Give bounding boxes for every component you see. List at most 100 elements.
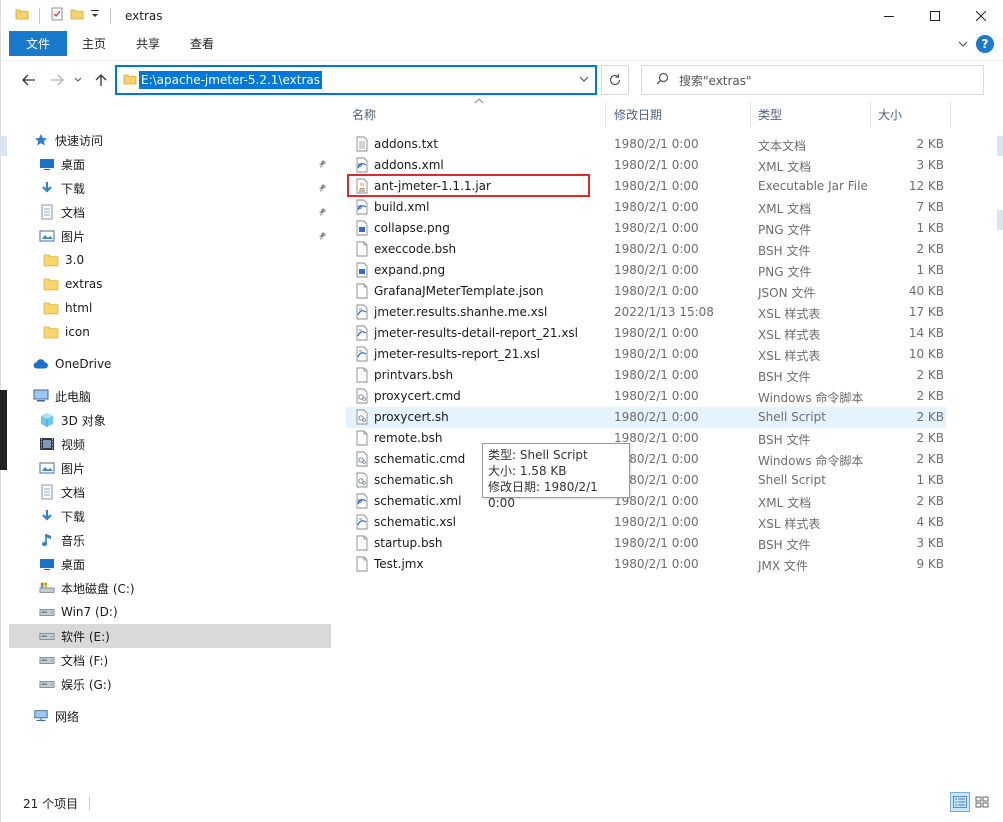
file-row[interactable]: startup.bsh 1980/2/1 0:00 BSH 文件 3 KB: [346, 533, 946, 554]
file-row[interactable]: Test.jmx 1980/2/1 0:00 JMX 文件 9 KB: [346, 554, 946, 575]
nav-item[interactable]: 3.0: [9, 248, 331, 272]
help-icon[interactable]: ?: [976, 35, 994, 53]
nav-item[interactable]: Win7 (D:): [9, 600, 331, 624]
document-icon: [39, 484, 55, 500]
refresh-button[interactable]: [601, 65, 629, 95]
column-divider[interactable]: [605, 102, 606, 128]
nav-item[interactable]: 娱乐 (G:): [9, 672, 331, 696]
nav-item[interactable]: 文档 (F:): [9, 648, 331, 672]
minimize-button[interactable]: [866, 0, 912, 31]
file-name: printvars.bsh: [374, 368, 454, 382]
file-row[interactable]: schematic.xml 1980/2/1 0:00 XML 文档 2 KB: [346, 491, 946, 512]
column-header-date[interactable]: 修改日期: [614, 100, 750, 128]
file-row[interactable]: jmeter-results-detail-report_21.xsl 1980/…: [346, 323, 946, 344]
tab-file[interactable]: 文件: [9, 31, 67, 56]
file-row[interactable]: remote.bsh 1980/2/1 0:00 BSH 文件 2 KB: [346, 428, 946, 449]
nav-item[interactable]: 下载: [9, 176, 331, 200]
file-name: addons.xml: [374, 158, 444, 172]
nav-item[interactable]: 网络: [9, 704, 331, 728]
file-row[interactable]: execcode.bsh 1980/2/1 0:00 BSH 文件 2 KB: [346, 239, 946, 260]
script-file-icon: [355, 472, 369, 488]
forward-button[interactable]: [47, 70, 67, 90]
new-folder-icon[interactable]: [70, 7, 84, 24]
close-button[interactable]: [958, 0, 1003, 31]
file-row[interactable]: schematic.xsl 1980/2/1 0:00 XSL 样式表 4 KB: [346, 512, 946, 533]
file-row[interactable]: proxycert.sh 1980/2/1 0:00 Shell Script 2 K…: [346, 407, 946, 428]
nav-item[interactable]: 桌面: [9, 152, 331, 176]
computer-icon: [33, 388, 49, 404]
nav-item[interactable]: 音乐: [9, 528, 331, 552]
nav-item[interactable]: html: [9, 296, 331, 320]
nav-item[interactable]: 图片: [9, 224, 331, 248]
nav-item[interactable]: 本地磁盘 (C:): [9, 576, 331, 600]
file-row[interactable]: collapse.png 1980/2/1 0:00 PNG 文件 1 KB: [346, 218, 946, 239]
column-header-name[interactable]: 名称: [352, 100, 602, 128]
search-input[interactable]: 搜索"extras": [641, 65, 984, 95]
nav-item[interactable]: icon: [9, 320, 331, 344]
nav-item[interactable]: 软件 (E:): [9, 624, 331, 648]
blank-file-icon: [355, 283, 369, 299]
file-row[interactable]: jmeter-results-report_21.xsl 1980/2/1 0:0…: [346, 344, 946, 365]
column-label: 类型: [758, 107, 783, 122]
customize-dropdown-icon[interactable]: [90, 8, 100, 23]
nav-item[interactable]: 下载: [9, 504, 331, 528]
nav-item[interactable]: 文档: [9, 480, 331, 504]
tab-share[interactable]: 共享: [121, 31, 175, 56]
address-dropdown-icon[interactable]: [579, 73, 589, 86]
file-row[interactable]: schematic.cmd 1980/2/1 0:00 Windows 命令脚本 2 …: [346, 449, 946, 470]
nav-item[interactable]: 视频: [9, 432, 331, 456]
column-divider[interactable]: [870, 102, 871, 128]
properties-icon[interactable]: [50, 7, 64, 24]
column-divider[interactable]: [950, 102, 951, 128]
script-file-icon: [355, 388, 369, 404]
recent-locations-button[interactable]: [71, 70, 85, 90]
address-path[interactable]: E:\apache-jmeter-5.2.1\extras: [139, 71, 322, 89]
file-list: 名称 修改日期 类型 大小 addons.txt 1980/2/1 0:00 文本文…: [346, 98, 966, 800]
nav-item[interactable]: 桌面: [9, 552, 331, 576]
file-row[interactable]: proxycert.cmd 1980/2/1 0:00 Windows 命令脚本 2 …: [346, 386, 946, 407]
file-row[interactable]: addons.txt 1980/2/1 0:00 文本文档 2 KB: [346, 134, 946, 155]
file-size: 10 KB: [908, 347, 944, 361]
up-button[interactable]: [91, 70, 111, 90]
file-row[interactable]: addons.xml 1980/2/1 0:00 XML 文档 3 KB: [346, 155, 946, 176]
nav-item[interactable]: 图片: [9, 456, 331, 480]
file-row[interactable]: printvars.bsh 1980/2/1 0:00 BSH 文件 2 KB: [346, 365, 946, 386]
details-view-button[interactable]: [950, 792, 970, 812]
nav-item[interactable]: extras: [9, 272, 331, 296]
expand-ribbon-icon[interactable]: [958, 37, 968, 51]
file-row[interactable]: build.xml 1980/2/1 0:00 XML 文档 7 KB: [346, 197, 946, 218]
nav-item[interactable]: 文档: [9, 200, 331, 224]
tab-view[interactable]: 查看: [175, 31, 229, 56]
back-button[interactable]: [19, 70, 39, 90]
file-name: build.xml: [374, 200, 430, 214]
file-row[interactable]: schematic.sh 1980/2/1 0:00 Shell Script 1 K…: [346, 470, 946, 491]
blank-file-icon: [355, 367, 369, 383]
file-date: 1980/2/1 0:00: [614, 263, 699, 277]
nav-item-label: 文档: [61, 485, 86, 500]
large-icons-view-button[interactable]: [972, 792, 992, 812]
address-bar[interactable]: E:\apache-jmeter-5.2.1\extras: [115, 65, 597, 95]
file-row[interactable]: jmeter.results.shanhe.me.xsl 2022/1/13 15…: [346, 302, 946, 323]
file-size: 40 KB: [908, 284, 944, 298]
file-row[interactable]: expand.png 1980/2/1 0:00 PNG 文件 1 KB: [346, 260, 946, 281]
nav-item[interactable]: 3D 对象: [9, 408, 331, 432]
desktop-icon: [39, 156, 55, 172]
nav-item-label: 此电脑: [55, 389, 92, 404]
maximize-button[interactable]: [912, 0, 958, 31]
nav-item[interactable]: 此电脑: [9, 384, 331, 408]
file-name: jmeter.results.shanhe.me.xsl: [374, 305, 548, 319]
file-size: 4 KB: [916, 515, 944, 529]
column-header-size[interactable]: 大小: [878, 100, 948, 128]
script-file-icon: [355, 451, 369, 467]
item-count: 21 个项目: [23, 797, 79, 811]
nav-item[interactable]: 快速访问: [9, 128, 331, 152]
file-row[interactable]: GrafanaJMeterTemplate.json 1980/2/1 0:00 J…: [346, 281, 946, 302]
toolbar-separator: [110, 7, 111, 24]
column-header-type[interactable]: 类型: [758, 100, 870, 128]
column-divider[interactable]: [750, 102, 751, 128]
file-size: 3 KB: [916, 158, 944, 172]
file-name: schematic.cmd: [374, 452, 466, 466]
tab-home[interactable]: 主页: [67, 31, 121, 56]
nav-item[interactable]: OneDrive: [9, 352, 331, 376]
file-size: 3 KB: [916, 536, 944, 550]
